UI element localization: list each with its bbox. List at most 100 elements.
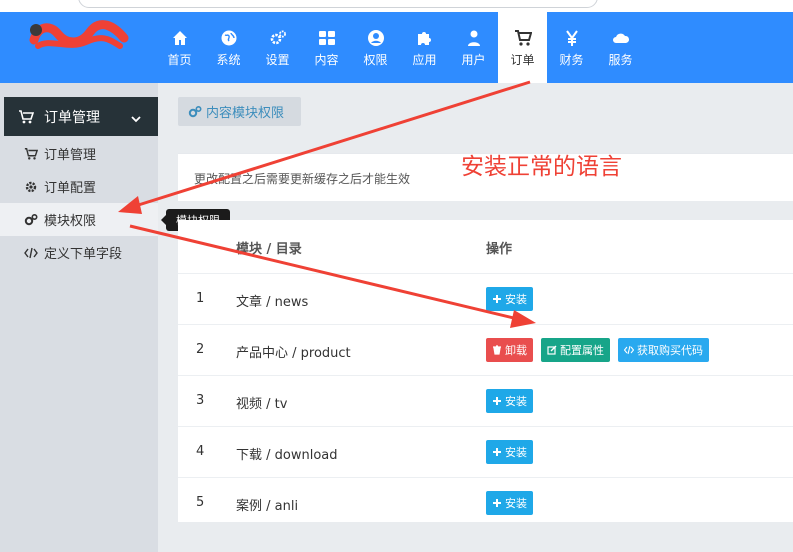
table-row: 5 案例 / anli 安装 [178,477,793,528]
cart-icon [24,147,38,161]
nav-item-label: 服务 [608,52,633,67]
sidebar-item-label: 模块权限 [44,214,97,229]
table-row: 4 下载 / download 安装 [178,426,793,477]
main-nav: 首页 系统 设置 内容 权限 应用 用户 订单 财务 服务 [155,12,645,83]
nav-item-users[interactable]: 用户 [449,12,498,83]
module-name: 文章 / news [236,295,309,310]
chevron-down-icon[interactable] [130,110,142,123]
row-actions: 安装 [486,491,533,515]
cart-icon [514,29,532,47]
yen-icon [563,29,581,47]
row-number: 1 [196,291,205,306]
button-label: 安装 [505,395,527,408]
edit-icon [547,345,557,355]
column-header-module: 模块 / 目录 [236,242,302,257]
row-number: 5 [196,495,205,510]
gears-icon [188,105,202,119]
install-button[interactable]: 安装 [486,491,533,515]
nav-item-label: 订单 [510,52,535,67]
sidebar-item-order-management[interactable]: 订单管理 [0,137,158,170]
sidebar-item-order-config[interactable]: 订单配置 [0,170,158,203]
row-actions: 安装 [486,287,533,311]
sidebar-item-label: 订单配置 [44,181,97,196]
nav-item-apps[interactable]: 应用 [400,12,449,83]
nav-item-label: 权限 [363,52,388,67]
install-button[interactable]: 安装 [486,440,533,464]
button-label: 安装 [505,497,527,510]
nav-item-label: 首页 [167,52,192,67]
button-label: 安装 [505,446,527,459]
nav-item-home[interactable]: 首页 [155,12,204,83]
button-label: 安装 [505,293,527,306]
grid-icon [318,29,336,47]
sidebar-item-label: 订单管理 [44,148,97,163]
row-actions: 卸载 配置属性 获取购买代码 [486,338,709,362]
row-actions: 安装 [486,440,533,464]
top-header: 首页 系统 设置 内容 权限 应用 用户 订单 财务 服务 [0,12,793,83]
module-name: 视频 / tv [236,397,288,412]
module-name: 下载 / download [236,448,338,463]
gear-icon [24,180,38,194]
plus-icon [492,396,502,406]
module-table: 模块 / 目录 操作 1 文章 / news 安装 2 产品中心 / product 卸载… [178,220,793,522]
nav-item-label: 财务 [559,52,584,67]
nav-item-orders[interactable]: 订单 [498,12,547,83]
browser-address-bar[interactable] [78,0,598,8]
plus-icon [492,447,502,457]
install-button[interactable]: 安装 [486,287,533,311]
annotation-text: 安装正常的语言 [461,154,622,180]
row-number: 2 [196,342,205,357]
browser-tab-strip [0,0,793,12]
get-purchase-code-button[interactable]: 获取购买代码 [618,338,709,362]
nav-item-finance[interactable]: 财务 [547,12,596,83]
nav-item-content[interactable]: 内容 [302,12,351,83]
table-row: 1 文章 / news 安装 [178,273,793,324]
uninstall-button[interactable]: 卸载 [486,338,533,362]
column-header-actions: 操作 [486,242,513,257]
config-properties-button[interactable]: 配置属性 [541,338,610,362]
user-circle-icon [367,29,385,47]
plus-icon [492,294,502,304]
plus-icon [492,498,502,508]
nav-item-label: 用户 [461,52,486,67]
sidebar-item-module-permission[interactable]: 模块权限 [0,203,158,236]
sidebar-header-label: 订单管理 [44,109,100,126]
button-label: 获取购买代码 [637,344,703,357]
code-icon [624,345,634,355]
globe-icon [220,29,238,47]
cart-icon [18,109,35,125]
nav-item-label: 设置 [265,52,290,67]
notice-text: 更改配置之后需要更新缓存之后才能生效 [194,172,411,186]
sidebar-header-orders[interactable]: 订单管理 [4,97,158,136]
puzzle-icon [416,29,434,47]
nav-item-permission[interactable]: 权限 [351,12,400,83]
sidebar: 订单管理 订单管理 订单配置 模块权限 定义下单字段 [0,83,158,552]
button-label: 卸载 [505,344,527,357]
cloud-icon [612,29,630,47]
tab-content-module-permission[interactable]: 内容模块权限 [178,97,301,126]
nav-item-label: 内容 [314,52,339,67]
gears-icon [24,213,38,227]
trash-icon [492,345,502,355]
code-icon [24,246,38,260]
row-number: 3 [196,393,205,408]
table-row: 2 产品中心 / product 卸载 配置属性 获取购买代码 [178,324,793,375]
sidebar-item-label: 定义下单字段 [44,247,123,262]
table-row: 3 视频 / tv 安装 [178,375,793,426]
nav-item-label: 系统 [216,52,241,67]
nav-item-settings[interactable]: 设置 [253,12,302,83]
button-label: 配置属性 [560,344,604,357]
nav-item-system[interactable]: 系统 [204,12,253,83]
sidebar-item-order-fields[interactable]: 定义下单字段 [0,236,158,269]
install-button[interactable]: 安装 [486,389,533,413]
site-logo[interactable] [28,20,132,54]
module-name: 案例 / anli [236,499,299,514]
row-number: 4 [196,444,205,459]
user-icon [465,29,483,47]
row-actions: 安装 [486,389,533,413]
nav-item-service[interactable]: 服务 [596,12,645,83]
nav-item-label: 应用 [412,52,437,67]
module-name: 产品中心 / product [236,346,351,361]
home-icon [171,29,189,47]
tab-label: 内容模块权限 [206,106,285,121]
